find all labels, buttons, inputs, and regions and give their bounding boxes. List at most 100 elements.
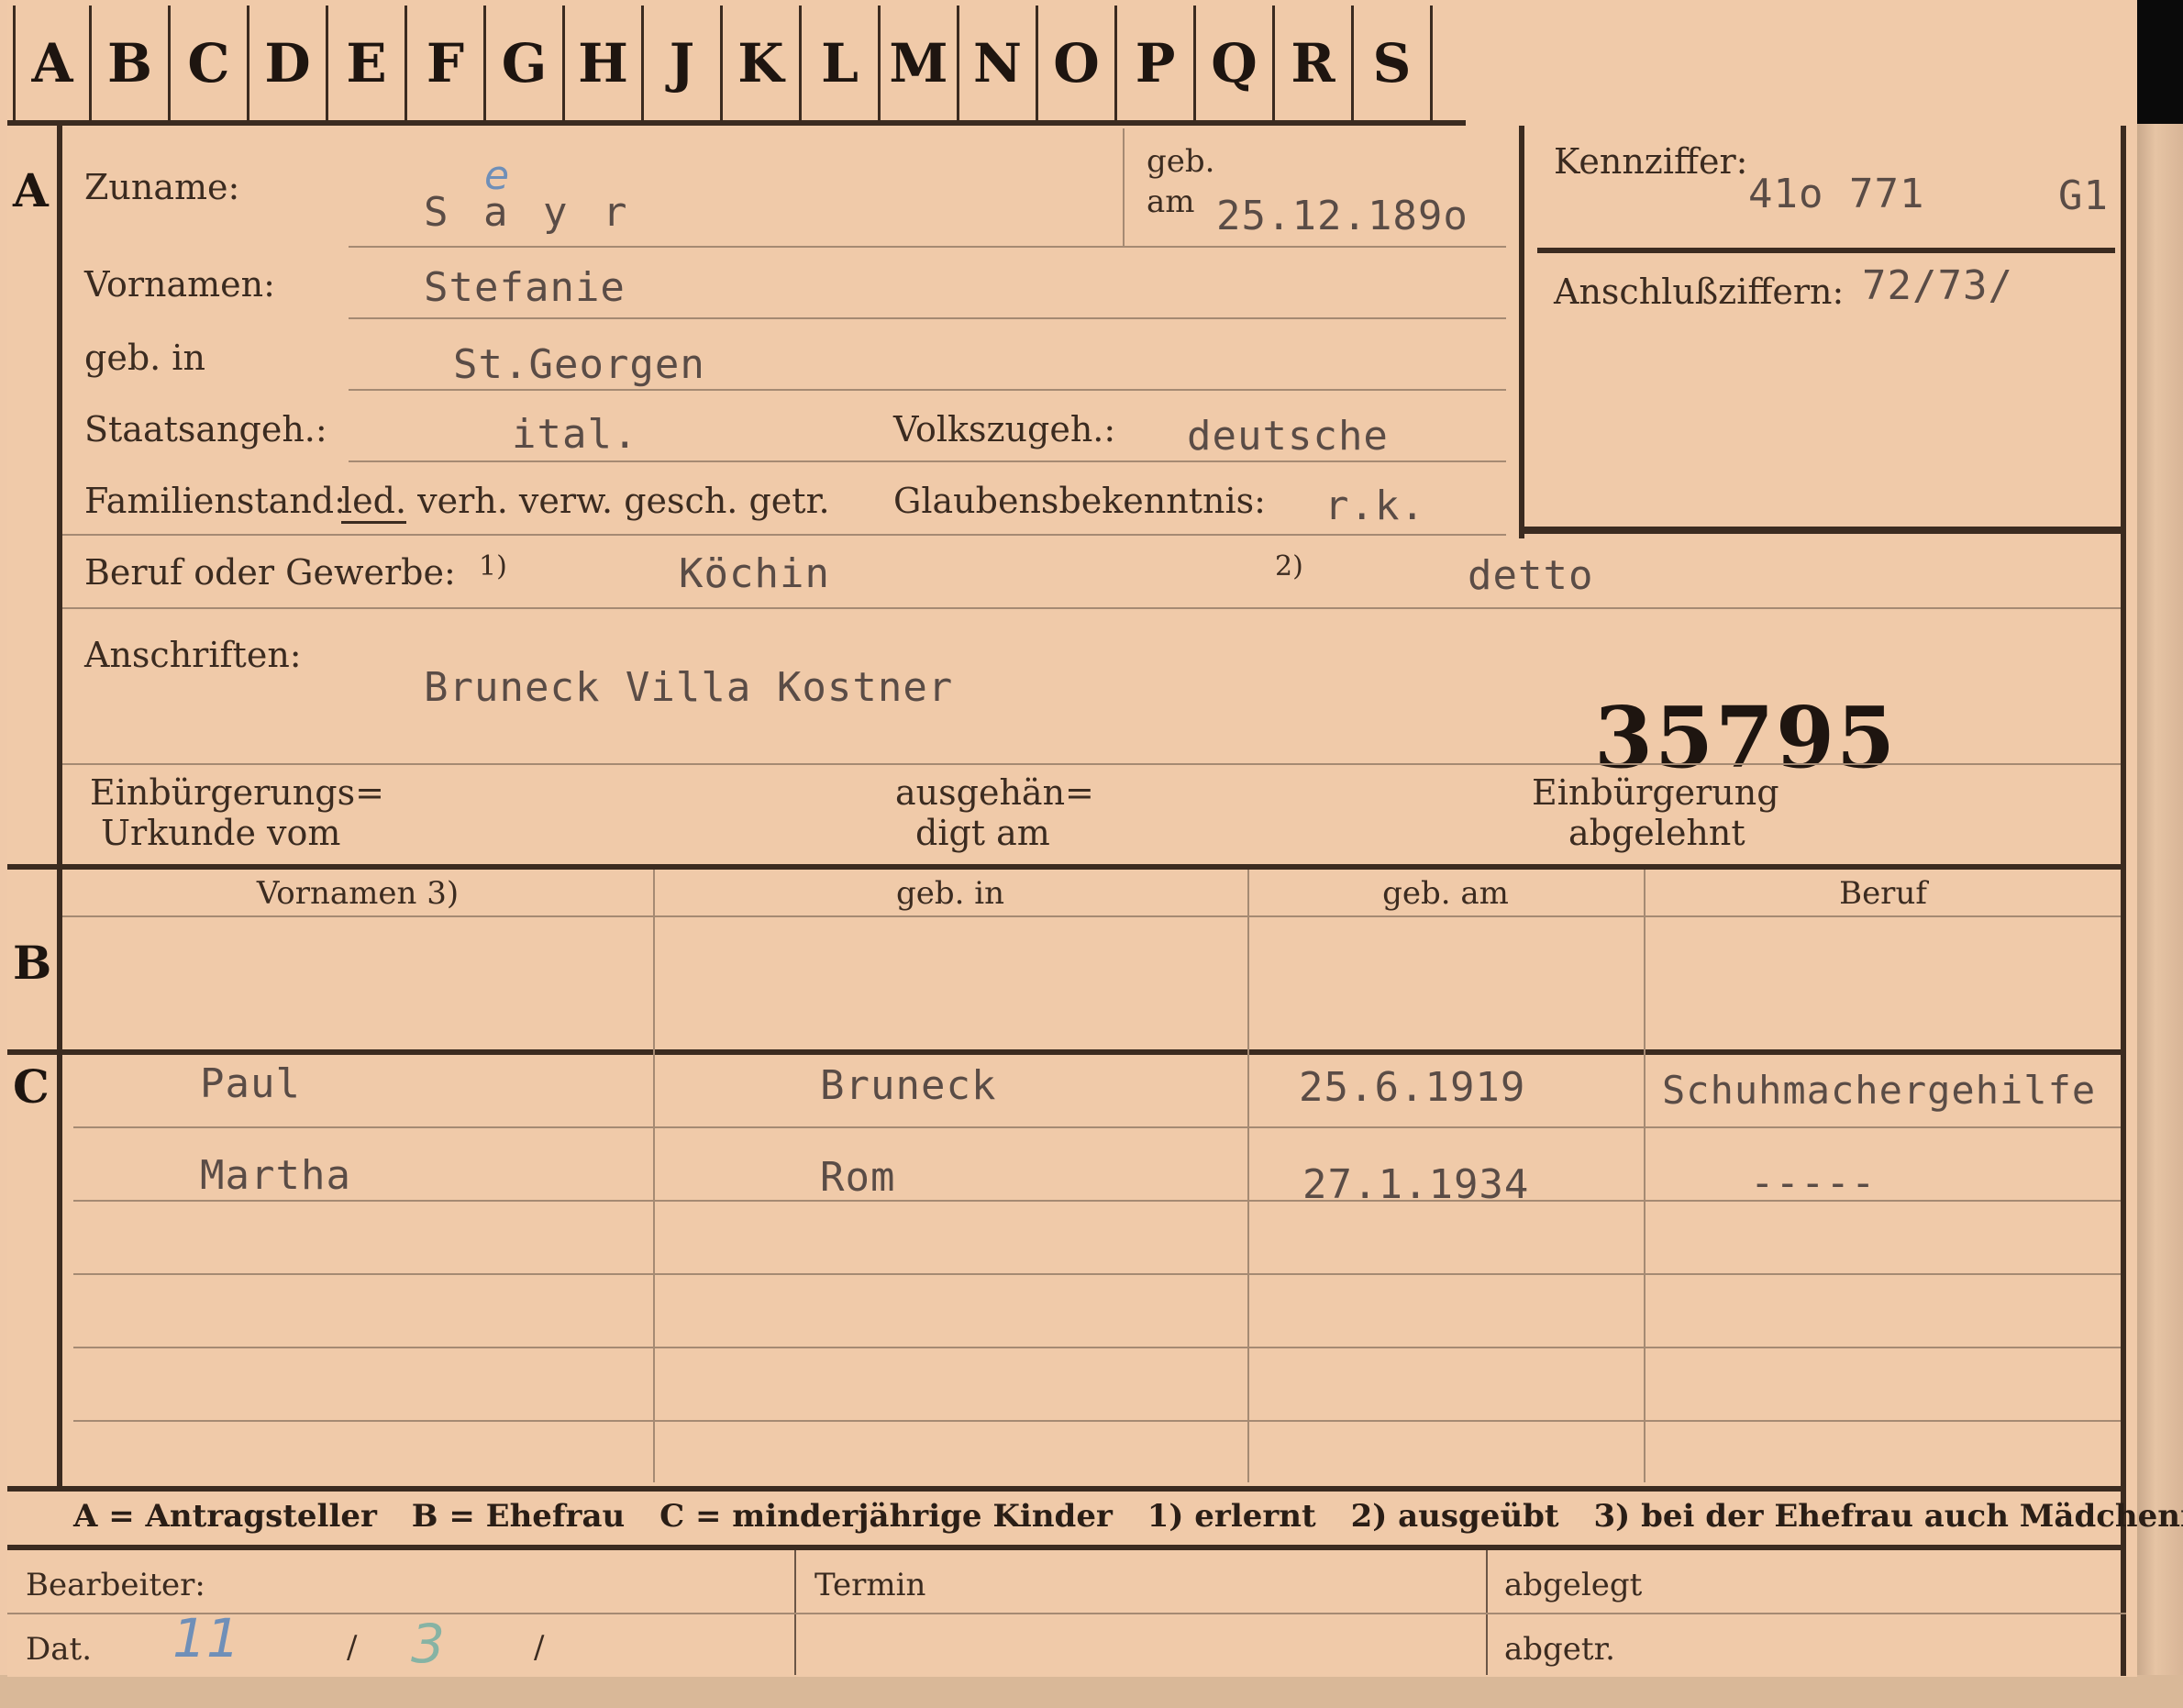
right-box-left-rule [1519,126,1524,538]
anschluss-value: 72/73/ [1862,262,2013,309]
alphabet-tab-c: C [171,6,249,120]
alphabet-tab-j: J [644,6,723,120]
anschriften-label: Anschriften: [84,635,302,675]
abgelegt-label: abgelegt [1504,1567,1643,1603]
alphabet-tab-h: H [565,6,644,120]
beruf-label: Beruf oder Gewerbe: [84,552,456,593]
legend-item: B = Ehefrau [411,1498,626,1535]
scan-edge-bottom [0,1675,2183,1708]
alphabet-tab-m: M [881,6,959,120]
table-row-line [73,1126,2121,1128]
alphabet-tab-b: B [92,6,171,120]
table-col-divider-1 [653,870,655,1482]
table-col-divider-3 [1644,870,1646,1482]
zuname-value: S a y r [424,189,633,236]
vornamen-value: Stefanie [424,264,626,311]
geb-in-value: St.Georgen [453,341,705,388]
alphabet-tab-n: N [959,6,1038,120]
volkszugeh-label: Volkszugeh.: [893,409,1116,449]
beruf-note-1: 1) [479,550,507,582]
abgetr-label: abgetr. [1504,1631,1615,1668]
glaubensbekenntnis-label: Glaubensbekenntnis: [893,481,1266,521]
section-a-letter: A [13,163,49,217]
dat-slash-2: / [534,1629,545,1666]
alphabet-tab-p: P [1117,6,1196,120]
alphabet-tab-f: F [407,6,486,120]
beruf-line [62,607,2121,609]
child-2-place: Rom [820,1154,896,1201]
child-2-name: Martha [200,1152,351,1199]
section-c-rule [7,1049,2126,1055]
geb-in-line [349,389,1506,391]
geb-am-value: 25.12.189o [1216,193,1468,239]
alphabet-tab-d: D [249,6,328,120]
anschluss-label: Anschlußziffern: [1554,272,1845,312]
anschriften-value: Bruneck Villa Kostner [424,664,954,711]
alphabet-tab-g: G [486,6,565,120]
alphabet-tab-a: A [13,6,92,120]
ausgehaendigt-line1: ausgehän= [895,772,1094,813]
alphabet-tab-q: Q [1196,6,1275,120]
dat-month-handwritten: 3 [411,1613,445,1675]
table-row-line [73,1347,2121,1348]
staatsangeh-line [349,460,1506,462]
am-label: am [1147,183,1195,220]
child-2-date: 27.1.1934 [1302,1161,1530,1208]
zuname-label: Zuname: [84,167,240,207]
beruf-note-2: 2) [1275,550,1303,582]
zuname-line [349,246,1506,248]
zuname-divider [1123,128,1125,246]
table-header-beruf: Beruf [1839,875,1927,912]
geb-in-label: geb. in [84,338,205,378]
glaubensbekenntnis-value: r.k. [1324,482,1425,529]
einbuergerung-urkunde-line1: Einbürgerungs= [90,772,384,813]
scan-edge [2137,124,2183,1708]
legend-item: 2) ausgeübt [1350,1498,1559,1535]
staatsangeh-value: ital. [512,411,638,458]
section-b-letter: B [13,936,52,990]
child-1-place: Bruneck [820,1062,997,1109]
legend-item: 3) bei der Ehefrau auch Mädchenname [1593,1498,2183,1535]
legend-bottom-rule [7,1545,2126,1550]
section-c-letter: C [13,1059,50,1114]
einbuergerung-urkunde-line2: Urkunde vom [101,813,341,853]
table-header-geb-am: geb. am [1382,875,1509,912]
familienstand-option-verh: verh. [417,481,508,521]
table-row-line [73,1420,2121,1422]
alphabet-tab-o: O [1038,6,1117,120]
abgelehnt-line1: Einbürgerung [1532,772,1779,813]
right-box-bottom-rule [1519,527,2121,534]
child-1-name: Paul [200,1060,301,1107]
alphabet-tab-l: L [802,6,881,120]
abgelehnt-line2: abgelehnt [1568,813,1745,853]
dat-day-handwritten: 11 [172,1607,240,1669]
vornamen-label: Vornamen: [84,264,275,305]
alphabet-tabs: ABCDEFGHJKLMNOPQRS [13,6,1433,120]
familienstand-option-verw: verw. [518,481,614,521]
termin-label: Termin [814,1567,926,1603]
alphabet-tab-r: R [1275,6,1354,120]
child-1-date: 25.6.1919 [1299,1064,1526,1111]
alphabet-tab-e: E [328,6,407,120]
alphabet-tab-s: S [1354,6,1433,120]
right-box-divider [1537,248,2115,253]
legend-item: C = minderjährige Kinder [659,1498,1113,1535]
legend-item: A = Antragsteller [73,1498,377,1535]
geb-label: geb. [1147,143,1215,180]
footer-mid-line [7,1613,2126,1614]
volkszugeh-value: deutsche [1187,413,1389,460]
table-header-geb-in: geb. in [895,875,1005,912]
table-header-line [62,915,2121,917]
zuname-correction: e [484,152,510,199]
child-2-job: ----- [1750,1159,1877,1206]
anschriften-line [62,763,2121,765]
table-top-rule [7,864,2126,870]
kennziffer-value: 41o 771 [1748,171,1925,217]
table-col-divider-2 [1247,870,1249,1482]
legend-item: 1) erlernt [1147,1498,1316,1535]
kennziffer-suffix: G1 [2058,172,2109,219]
beruf-value-1: Köchin [679,550,830,597]
child-1-job: Schuhmachergehilfe [1662,1068,2097,1113]
familienstand-label: Familienstand: [84,481,346,521]
familienstand-options: led. verh. verw. gesch. getr. [341,481,830,524]
